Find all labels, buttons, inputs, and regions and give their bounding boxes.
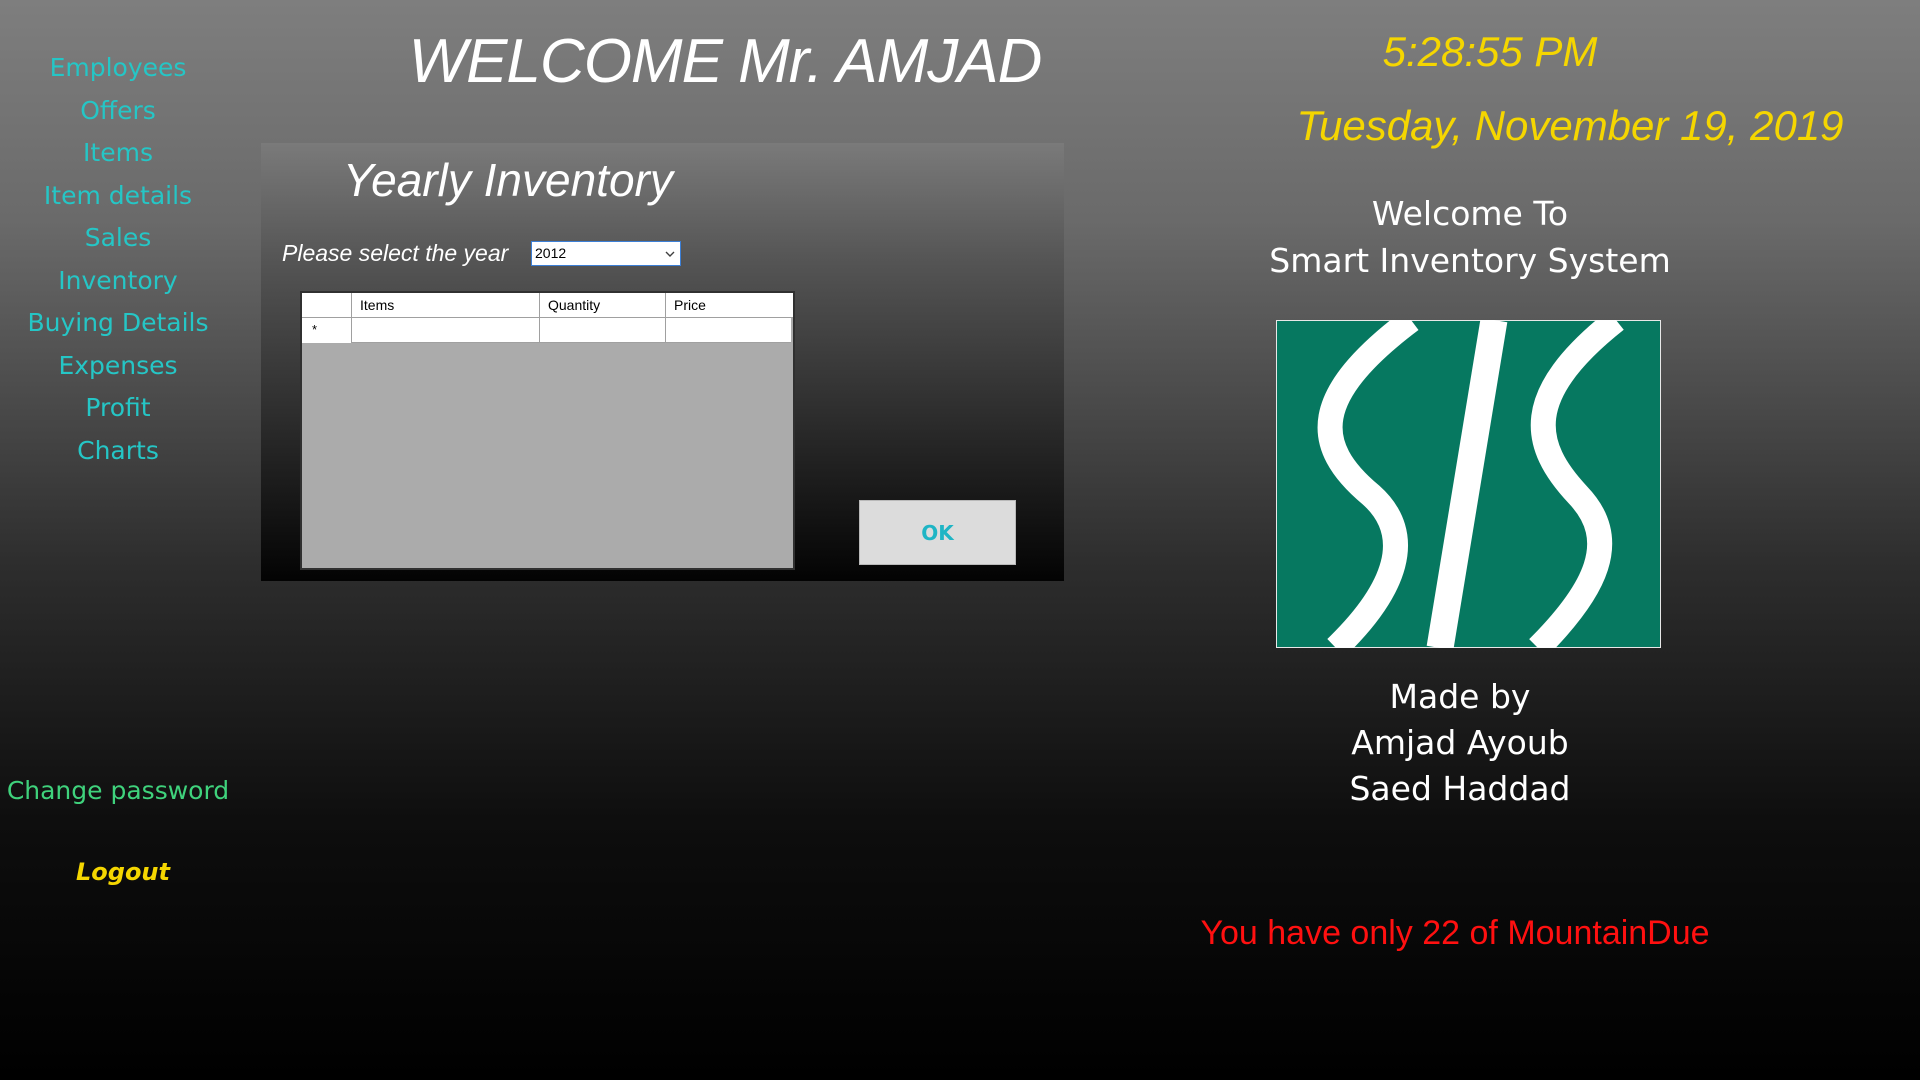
current-date: Tuesday, November 19, 2019 — [1296, 102, 1844, 149]
ok-button[interactable]: OK — [859, 500, 1016, 565]
new-row-marker: * — [302, 318, 352, 343]
column-header-quantity[interactable]: Quantity — [540, 293, 666, 317]
inventory-grid[interactable]: Items Quantity Price * — [300, 291, 795, 570]
nav-items[interactable]: Items — [0, 132, 236, 175]
nav-buying-details[interactable]: Buying Details — [0, 302, 236, 345]
year-select-value: 2012 — [535, 245, 567, 261]
welcome-message: Welcome To Smart Inventory System — [1250, 190, 1690, 284]
column-header-price[interactable]: Price — [666, 293, 791, 317]
cell-quantity[interactable] — [540, 318, 666, 343]
nav-charts[interactable]: Charts — [0, 430, 236, 473]
stock-warning: You have only 22 of MountainDue — [1200, 914, 1710, 952]
credits: Made by Amjad Ayoub Saed Haddad — [1240, 674, 1680, 812]
nav-employees[interactable]: Employees — [0, 47, 236, 90]
nav-expenses[interactable]: Expenses — [0, 345, 236, 388]
cell-items[interactable] — [352, 318, 540, 343]
grid-row-header-corner — [302, 293, 352, 317]
clock-time: 5:28:55 PM — [1382, 28, 1598, 75]
column-header-items[interactable]: Items — [352, 293, 540, 317]
change-password-link[interactable]: Change password — [0, 770, 236, 812]
nav-sales[interactable]: Sales — [0, 217, 236, 260]
sis-logo-icon — [1275, 310, 1662, 657]
nav-offers[interactable]: Offers — [0, 90, 236, 133]
logout-link[interactable]: Logout — [0, 858, 246, 886]
yearly-inventory-panel: Yearly Inventory Please select the year … — [261, 143, 1064, 581]
welcome-heading: WELCOME Mr. AMJAD — [408, 27, 1043, 96]
year-label: Please select the year — [282, 240, 509, 266]
grid-header-row: Items Quantity Price — [302, 293, 793, 318]
author-2: Saed Haddad — [1349, 769, 1571, 808]
author-1: Amjad Ayoub — [1351, 723, 1569, 762]
nav-profit[interactable]: Profit — [0, 387, 236, 430]
nav-inventory[interactable]: Inventory — [0, 260, 236, 303]
welcome-line-2: Smart Inventory System — [1269, 241, 1671, 280]
nav-item-details[interactable]: Item details — [0, 175, 236, 218]
welcome-line-1: Welcome To — [1371, 194, 1569, 233]
cell-price[interactable] — [666, 318, 791, 343]
panel-title: Yearly Inventory — [343, 154, 673, 206]
made-by-label: Made by — [1389, 677, 1531, 716]
sidebar-nav: Employees Offers Items Item details Sale… — [0, 47, 236, 472]
grid-new-row[interactable]: * — [302, 318, 793, 343]
chevron-down-icon[interactable] — [660, 242, 680, 265]
year-select[interactable]: 2012 — [531, 241, 681, 266]
